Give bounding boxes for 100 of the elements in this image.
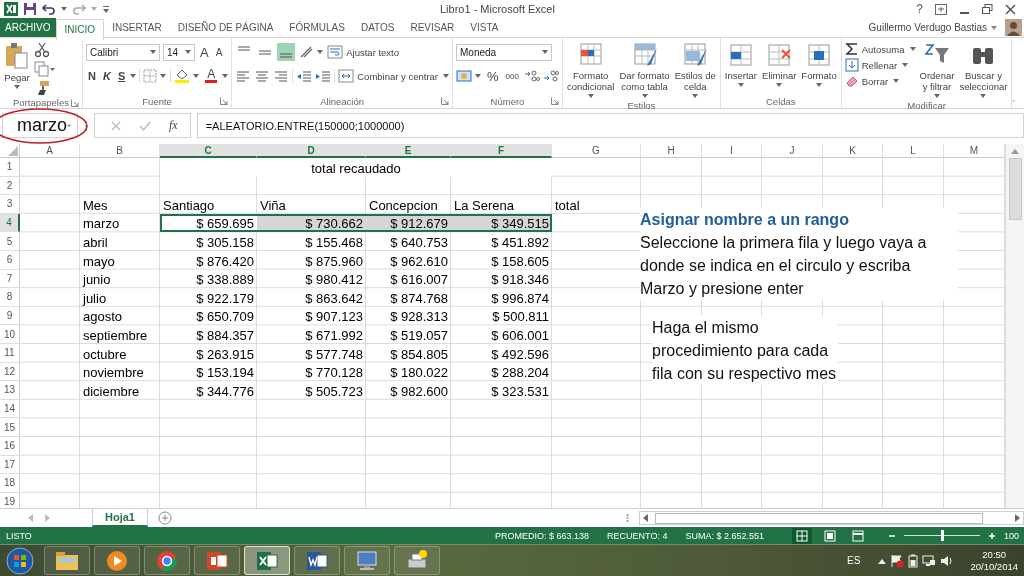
save-icon[interactable]: [23, 2, 37, 16]
dialog-launcher-icon[interactable]: [220, 97, 229, 105]
close-icon[interactable]: [1005, 3, 1016, 15]
ribbon-tab[interactable]: FÓRMULAS: [281, 18, 353, 37]
column-header[interactable]: G: [552, 144, 641, 158]
avatar-icon[interactable]: [1005, 19, 1022, 36]
slider-thumb[interactable]: [940, 530, 944, 541]
user-name[interactable]: Guillermo Verdugo Bastias: [868, 22, 987, 33]
clock-time[interactable]: 20:50: [982, 548, 1007, 561]
battery-icon[interactable]: [908, 553, 919, 568]
fill-color-icon[interactable]: [174, 68, 201, 84]
language-indicator[interactable]: ES: [847, 555, 861, 566]
insert-function-button[interactable]: fx: [169, 118, 178, 133]
scroll-up-icon[interactable]: [1011, 148, 1019, 154]
vertical-align-icon[interactable]: [277, 43, 296, 61]
row-header[interactable]: 16: [0, 436, 20, 456]
column-header[interactable]: J: [762, 144, 823, 158]
ribbon-button[interactable]: Borrar: [844, 74, 900, 88]
taskbar-button[interactable]: [94, 546, 140, 575]
taskbar-button[interactable]: [44, 546, 90, 575]
wrap-text-button[interactable]: Ajustar texto: [327, 45, 400, 59]
name-box[interactable]: marzo: [2, 113, 78, 138]
number-format-field[interactable]: Moneda: [456, 43, 552, 61]
taskbar-button[interactable]: [294, 546, 340, 575]
caret-icon[interactable]: [61, 7, 67, 11]
orientation-icon[interactable]: [298, 44, 325, 60]
row-header[interactable]: 15: [0, 418, 20, 437]
dialog-launcher-icon[interactable]: [441, 97, 449, 105]
dialog-launcher-icon[interactable]: [71, 99, 79, 107]
italic-button[interactable]: K: [100, 70, 113, 82]
font-size-field[interactable]: 14: [163, 43, 195, 61]
network-icon[interactable]: [922, 553, 937, 568]
accounting-icon[interactable]: [456, 68, 482, 84]
start-button[interactable]: [6, 546, 34, 575]
column-header[interactable]: L: [883, 144, 944, 158]
caret-icon[interactable]: [222, 74, 229, 78]
thousands-button[interactable]: 000: [503, 71, 521, 81]
row-header[interactable]: 12: [0, 362, 20, 382]
dialog-launcher-icon[interactable]: [550, 97, 559, 105]
zoom-level[interactable]: 100: [1004, 530, 1024, 541]
ribbon-tab[interactable]: VISTA: [462, 18, 507, 37]
ribbon-tab[interactable]: REVISAR: [402, 18, 463, 37]
restore-icon[interactable]: [982, 3, 993, 15]
caret-icon[interactable]: [130, 74, 137, 78]
paste-button[interactable]: Pegar: [3, 40, 31, 91]
row-header[interactable]: 9: [0, 306, 20, 326]
row-header[interactable]: 8: [0, 288, 20, 307]
row-header[interactable]: 3: [0, 195, 20, 214]
column-header[interactable]: I: [702, 144, 762, 158]
bold-button[interactable]: N: [86, 70, 98, 82]
scroll-thumb[interactable]: [1008, 158, 1022, 220]
flag-icon[interactable]: [890, 553, 905, 568]
increase-indent-icon[interactable]: [315, 69, 332, 83]
row-header[interactable]: 13: [0, 381, 20, 400]
row-header[interactable]: 17: [0, 455, 20, 475]
ribbon-button[interactable]: Insertar: [723, 40, 759, 89]
column-header[interactable]: E: [366, 144, 451, 158]
column-header[interactable]: C: [160, 144, 257, 158]
row-header[interactable]: 6: [0, 250, 20, 270]
grow-font-button[interactable]: A: [198, 44, 211, 60]
underline-button[interactable]: S: [115, 70, 128, 82]
ribbon-button[interactable]: Formato: [800, 40, 838, 89]
speaker-icon[interactable]: [940, 553, 955, 568]
caret-icon[interactable]: [991, 25, 997, 30]
column-header[interactable]: H: [641, 144, 702, 158]
taskbar-button[interactable]: [194, 546, 240, 575]
scroll-thumb[interactable]: [655, 512, 983, 524]
normal-view-icon[interactable]: [792, 527, 812, 544]
sheet-tab[interactable]: Hoja1: [92, 509, 148, 527]
vertical-scrollbar[interactable]: [1005, 144, 1024, 508]
ribbon-tab[interactable]: INICIO: [55, 18, 105, 40]
ribbon-tab[interactable]: INSERTAR: [104, 18, 170, 37]
zoom-in-icon[interactable]: [988, 531, 996, 540]
merge-center-button[interactable]: Combinar y centrar: [338, 69, 449, 83]
font-color-button[interactable]: A: [203, 69, 220, 83]
column-header[interactable]: K: [823, 144, 883, 158]
scissors-icon[interactable]: [34, 42, 50, 58]
ribbon-button[interactable]: Rellenar: [844, 58, 909, 72]
borders-icon[interactable]: [143, 69, 168, 83]
taskbar-button[interactable]: [394, 546, 440, 575]
ribbon-button[interactable]: Autosuma: [844, 42, 916, 56]
column-header[interactable]: A: [20, 144, 80, 158]
splitter-icon[interactable]: [626, 513, 629, 523]
ribbon-tab[interactable]: DATOS: [352, 18, 403, 37]
clock-date[interactable]: 20/10/2014: [970, 560, 1018, 573]
decrease-decimal-icon[interactable]: [542, 69, 559, 83]
font-field[interactable]: Calibri: [86, 43, 160, 61]
ribbon-button[interactable]: Estilos de celda: [673, 40, 717, 100]
column-header[interactable]: F: [451, 144, 552, 158]
ribbon-tab[interactable]: ARCHIVO: [0, 18, 56, 37]
shrink-font-button[interactable]: A: [213, 46, 225, 58]
ribbon-button[interactable]: Ordenar y filtrar: [918, 40, 956, 100]
row-header[interactable]: 19: [0, 492, 20, 508]
row-header[interactable]: 2: [0, 176, 20, 196]
row-header[interactable]: 7: [0, 269, 20, 289]
row-header[interactable]: 18: [0, 474, 20, 493]
column-header[interactable]: D: [257, 144, 366, 158]
ribbon-options-icon[interactable]: [935, 3, 947, 15]
taskbar-button[interactable]: [244, 546, 290, 575]
customize-icon[interactable]: [102, 5, 110, 13]
